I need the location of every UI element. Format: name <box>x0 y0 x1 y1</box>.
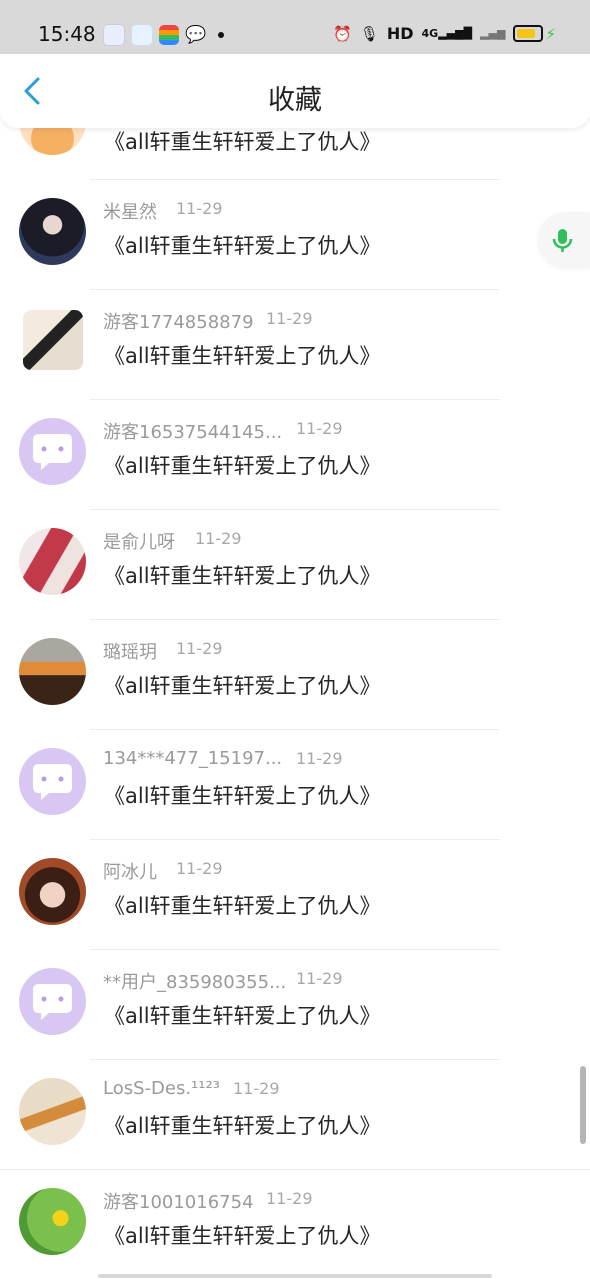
avatar[interactable] <box>19 1078 86 1145</box>
list-item[interactable]: 游客1001016754 11-29 《all轩重生轩轩爱上了仇人》 <box>0 1170 590 1280</box>
battery-icon <box>513 25 544 42</box>
chat-bubble-icon <box>33 764 72 800</box>
item-text: 《all轩重生轩轩爱上了仇人》 <box>104 1114 381 1138</box>
default-avatar[interactable] <box>19 418 86 485</box>
item-date: 11-29 <box>176 859 223 878</box>
avatar[interactable] <box>19 198 86 265</box>
avatar[interactable] <box>19 528 86 595</box>
scrollbar[interactable] <box>580 1066 586 1144</box>
user-name: 米星然 <box>103 202 157 223</box>
item-text: 《all轩重生轩轩爱上了仇人》 <box>104 344 381 368</box>
network-label: 4G <box>421 27 439 40</box>
user-name: 134***477_15197... <box>103 748 283 769</box>
list-item[interactable]: 游客16537544145... 11-29 《all轩重生轩轩爱上了仇人》 <box>0 400 590 510</box>
chat-bubble-icon <box>33 984 72 1020</box>
item-date: 11-29 <box>296 419 343 438</box>
chat-bubble-icon <box>33 434 72 470</box>
charging-icon: ⚡ <box>545 24 556 43</box>
item-text: 《all轩重生轩轩爱上了仇人》 <box>104 894 381 918</box>
item-date: 11-29 <box>195 529 242 548</box>
status-indicators: ⏰ 🎙 HD 4G▂▄▆█ ▂▄▆ ⚡ <box>333 24 556 43</box>
item-date: 11-29 <box>233 1079 280 1098</box>
user-name: 璐瑶玥 <box>103 642 157 663</box>
microphone-icon <box>552 229 573 252</box>
microphone-status-icon: 🎙 <box>359 24 379 43</box>
avatar[interactable] <box>19 858 86 925</box>
item-date: 11-29 <box>176 199 223 218</box>
item-text: 《all轩重生轩轩爱上了仇人》 <box>104 130 381 154</box>
item-text: 《all轩重生轩轩爱上了仇人》 <box>104 1004 381 1028</box>
user-name: 游客1774858879 <box>103 312 254 333</box>
default-avatar[interactable] <box>19 968 86 1035</box>
user-name: 游客16537544145... <box>103 422 283 443</box>
list-item[interactable]: 璐瑶玥 11-29 《all轩重生轩轩爱上了仇人》 <box>0 620 590 730</box>
avatar[interactable] <box>23 310 83 370</box>
user-name: **用户_835980355... <box>103 972 287 993</box>
item-text: 《all轩重生轩轩爱上了仇人》 <box>104 234 381 258</box>
user-name: 是俞儿呀 <box>103 532 175 553</box>
signal-4g-icon: 4G▂▄▆█ <box>421 27 473 40</box>
user-name: LosS-Des.¹¹²³ <box>103 1078 220 1099</box>
hd-indicator: HD <box>386 24 414 43</box>
avatar[interactable] <box>19 638 86 705</box>
item-text: 《all轩重生轩轩爱上了仇人》 <box>104 1224 381 1248</box>
status-bar: 15:48 💬 ⏰ 🎙 HD 4G▂▄▆█ ▂▄▆ ⚡ <box>0 0 590 56</box>
item-date: 11-29 <box>176 639 223 658</box>
item-date: 11-29 <box>266 309 313 328</box>
home-indicator[interactable] <box>98 1274 492 1278</box>
page-title: 收藏 <box>268 85 322 116</box>
list-item[interactable]: 是俞儿呀 11-29 《all轩重生轩轩爱上了仇人》 <box>0 510 590 620</box>
list-item[interactable]: 游客1774858879 11-29 《all轩重生轩轩爱上了仇人》 <box>0 290 590 400</box>
item-date: 11-29 <box>296 749 343 768</box>
user-name: 阿冰儿 <box>103 862 157 883</box>
item-date: 11-29 <box>266 1189 313 1208</box>
item-date: 11-29 <box>296 969 343 988</box>
user-name: 游客1001016754 <box>103 1192 254 1213</box>
more-notifications-dot <box>218 32 225 38</box>
status-time: 15:48 <box>38 22 96 46</box>
list-item[interactable]: LosS-Des.¹¹²³ 11-29 《all轩重生轩轩爱上了仇人》 <box>0 1060 590 1170</box>
list-item[interactable]: 134***477_15197... 11-29 《all轩重生轩轩爱上了仇人》 <box>0 730 590 840</box>
default-avatar[interactable] <box>19 748 86 815</box>
item-text: 《all轩重生轩轩爱上了仇人》 <box>104 454 381 478</box>
baidu-app-icon <box>103 24 125 46</box>
item-text: 《all轩重生轩轩爱上了仇人》 <box>104 784 381 808</box>
list-item[interactable]: 米星然 11-29 《all轩重生轩轩爱上了仇人》 <box>0 180 590 290</box>
voice-button[interactable] <box>538 212 590 268</box>
wallet-app-icon <box>159 25 179 45</box>
favorites-list: 《all轩重生轩轩爱上了仇人》 米星然 11-29 《all轩重生轩轩爱上了仇人… <box>0 88 590 1280</box>
list-item[interactable]: **用户_835980355... 11-29 《all轩重生轩轩爱上了仇人》 <box>0 950 590 1060</box>
browser-app-icon <box>131 24 153 46</box>
item-text: 《all轩重生轩轩爱上了仇人》 <box>104 564 381 588</box>
notification-icons: 💬 <box>103 24 225 46</box>
wechat-icon: 💬 <box>185 25 207 45</box>
list-item[interactable]: 《all轩重生轩轩爱上了仇人》 <box>0 88 590 180</box>
item-text: 《all轩重生轩轩爱上了仇人》 <box>104 674 381 698</box>
signal-weak-icon: ▂▄▆ <box>480 27 506 40</box>
list-item[interactable]: 阿冰儿 11-29 《all轩重生轩轩爱上了仇人》 <box>0 840 590 950</box>
top-bar: 收藏 <box>0 54 590 128</box>
avatar[interactable] <box>19 1188 86 1255</box>
alarm-icon: ⏰ <box>333 24 352 43</box>
